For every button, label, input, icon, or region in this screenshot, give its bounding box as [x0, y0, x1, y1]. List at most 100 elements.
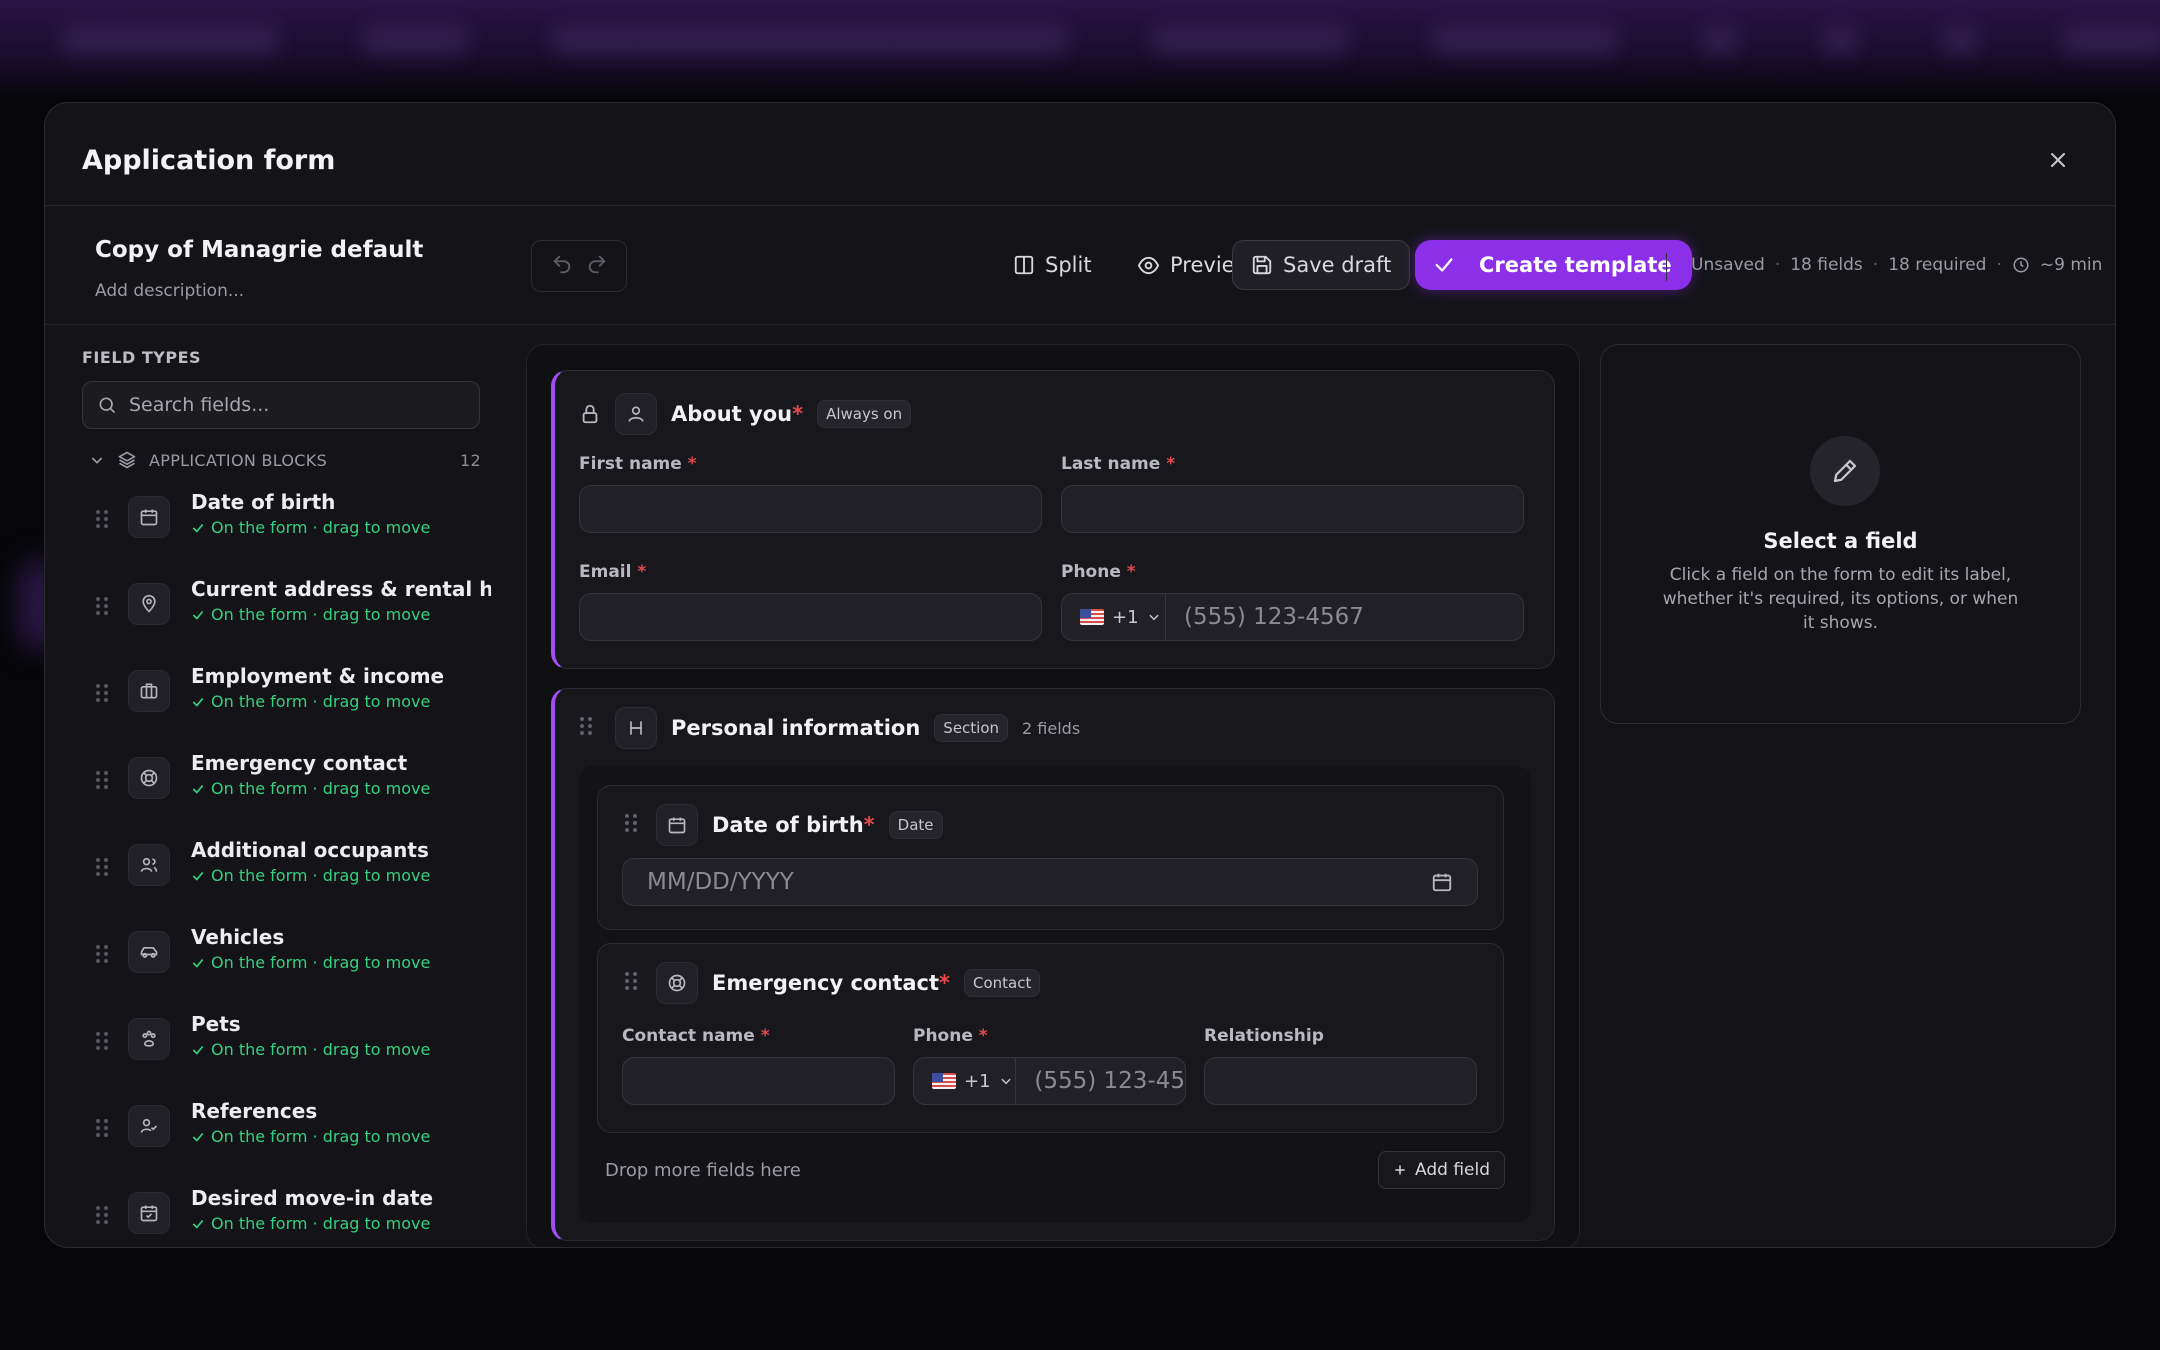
background-app-header	[0, 0, 2160, 100]
block-title: Additional occupants	[191, 838, 429, 862]
check-icon	[192, 697, 204, 707]
drag-handle-icon[interactable]	[95, 1030, 109, 1056]
block-vehicles[interactable]: Vehicles On the form · drag to move	[95, 925, 515, 1012]
drag-handle-icon[interactable]	[624, 970, 638, 996]
block-status-text: On the form · drag to move	[211, 866, 431, 885]
block-additional-occupants[interactable]: Additional occupants On the form · drag …	[95, 838, 515, 925]
drag-handle-icon[interactable]	[95, 1204, 109, 1230]
lock-icon	[582, 404, 598, 424]
block-list: Date of birth On the form · drag to move…	[95, 490, 515, 1247]
phone-input[interactable]: +1 (555) 123-4567	[1061, 593, 1524, 641]
add-field-button[interactable]: Add field	[1378, 1151, 1505, 1189]
search-placeholder: Search fields...	[129, 394, 270, 416]
estimated-duration: ~9 min	[2039, 255, 2103, 275]
drag-handle-icon[interactable]	[95, 943, 109, 969]
block-status: On the form · drag to move	[191, 779, 430, 798]
first-name-input[interactable]	[579, 485, 1042, 533]
emergency-contact-field[interactable]: Emergency contact* Contact Contact name …	[597, 943, 1504, 1133]
first-name-label-text: First name	[579, 454, 682, 474]
separator: ·	[1872, 255, 1879, 275]
about-you-section[interactable]: About you* Always on First name * Last n…	[551, 370, 1555, 669]
create-template-button[interactable]: Create template	[1415, 240, 1692, 290]
calendar-icon[interactable]	[1431, 871, 1453, 893]
required-mark: *	[637, 562, 647, 582]
block-title: Current address & rental hi...	[191, 577, 491, 601]
description-field[interactable]: Add description...	[95, 281, 244, 301]
template-name[interactable]: Copy of Managrie default	[95, 237, 423, 263]
block-current-address[interactable]: Current address & rental hi... On the fo…	[95, 577, 515, 664]
search-icon	[99, 397, 116, 414]
block-employment-income[interactable]: Employment & income On the form · drag t…	[95, 664, 515, 751]
contact-phone-label: Phone *	[913, 1026, 988, 1046]
add-field-label: Add field	[1415, 1160, 1490, 1180]
block-status-text: On the form · drag to move	[211, 1040, 431, 1059]
block-status: On the form · drag to move	[191, 1040, 430, 1059]
check-icon	[192, 523, 204, 533]
block-status-text: On the form · drag to move	[211, 1214, 431, 1233]
application-blocks-header[interactable]: APPLICATION BLOCKS 12	[89, 450, 481, 470]
date-of-birth-header: Date of birth* Date	[624, 804, 943, 846]
block-status: On the form · drag to move	[191, 605, 430, 624]
drag-handle-icon[interactable]	[95, 1117, 109, 1143]
block-date-of-birth[interactable]: Date of birth On the form · drag to move	[95, 490, 515, 577]
field-types-heading: FIELD TYPES	[82, 348, 202, 367]
search-fields-input[interactable]: Search fields...	[82, 381, 480, 429]
drag-handle-icon[interactable]	[95, 856, 109, 882]
drag-handle-icon[interactable]	[95, 682, 109, 708]
dob-title-text: Date of birth	[712, 813, 864, 837]
modal-header: Application form	[45, 103, 2115, 206]
form-canvas: About you* Always on First name * Last n…	[526, 344, 1580, 1247]
emergency-contact-header: Emergency contact* Contact	[624, 962, 1041, 1004]
redo-button[interactable]	[586, 253, 608, 279]
contact-name-input[interactable]	[622, 1057, 895, 1105]
block-status: On the form · drag to move	[191, 1214, 430, 1233]
country-code-select[interactable]: +1	[1062, 594, 1166, 640]
undo-icon	[553, 255, 570, 274]
relationship-input[interactable]	[1204, 1057, 1477, 1105]
date-of-birth-input[interactable]: MM/DD/YYYY	[622, 858, 1478, 906]
drag-handle-icon[interactable]	[95, 769, 109, 795]
drag-handle-icon[interactable]	[579, 715, 593, 741]
drag-handle-icon[interactable]	[624, 812, 638, 838]
car-icon	[128, 931, 170, 973]
toolbar-divider	[1666, 253, 1667, 281]
email-label-text: Email	[579, 562, 632, 582]
check-icon	[192, 958, 204, 968]
phone-label: Phone *	[1061, 562, 1136, 582]
lifebuoy-icon	[656, 962, 698, 1004]
date-of-birth-field[interactable]: Date of birth* Date MM/DD/YYYY	[597, 785, 1504, 930]
undo-redo-group	[531, 240, 627, 292]
block-references[interactable]: References On the form · drag to move	[95, 1099, 515, 1186]
personal-information-section[interactable]: Personal information Section 2 fields Da…	[551, 688, 1555, 1241]
editor-toolbar: Copy of Managrie default Add description…	[45, 207, 2115, 325]
drag-handle-icon[interactable]	[95, 595, 109, 621]
check-icon	[192, 1132, 204, 1142]
drag-handle-icon[interactable]	[95, 508, 109, 534]
last-name-input[interactable]	[1061, 485, 1524, 533]
chevron-down-icon	[1000, 1078, 1011, 1085]
section-field-count: 2 fields	[1022, 718, 1081, 738]
close-button[interactable]	[2043, 145, 2073, 175]
modal-title: Application form	[82, 145, 336, 176]
save-draft-button[interactable]: Save draft	[1232, 240, 1411, 290]
block-emergency-contact[interactable]: Emergency contact On the form · drag to …	[95, 751, 515, 838]
block-status-text: On the form · drag to move	[211, 692, 431, 711]
block-status: On the form · drag to move	[191, 866, 430, 885]
country-code: +1	[964, 1070, 991, 1092]
drop-zone[interactable]: Drop more fields here	[605, 1160, 801, 1181]
email-input[interactable]	[579, 593, 1042, 641]
split-view-button[interactable]: Split	[995, 240, 1110, 290]
always-on-badge: Always on	[817, 400, 912, 428]
save-state: Unsaved	[1691, 255, 1765, 275]
save-draft-label: Save draft	[1283, 253, 1392, 277]
paw-icon	[128, 1018, 170, 1060]
undo-button[interactable]	[551, 253, 573, 279]
required-mark: *	[687, 454, 697, 474]
block-pets[interactable]: Pets On the form · drag to move	[95, 1012, 515, 1099]
contact-phone-input[interactable]: +1 (555) 123-45	[913, 1057, 1186, 1105]
country-code-select[interactable]: +1	[914, 1058, 1017, 1104]
block-status-text: On the form · drag to move	[211, 779, 431, 798]
inspector-description: Click a field on the form to edit its la…	[1662, 565, 2019, 633]
check-icon	[192, 871, 204, 881]
block-desired-move-in-date[interactable]: Desired move-in date On the form · drag …	[95, 1186, 515, 1247]
